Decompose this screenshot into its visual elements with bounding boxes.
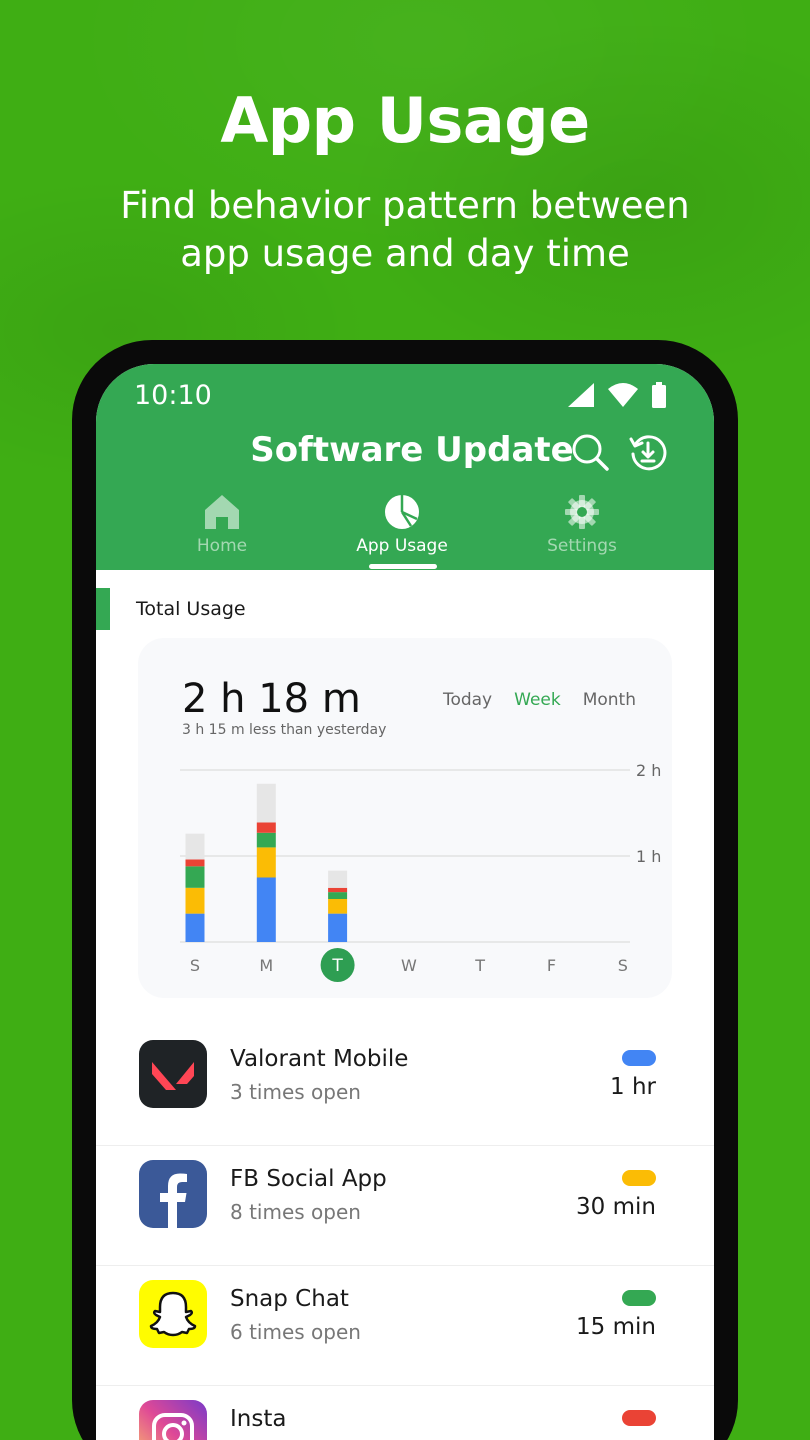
snapchat-logo-icon	[139, 1280, 207, 1348]
app-list: Valorant Mobile 3 times open 1 hr FB Soc…	[96, 1026, 714, 1440]
home-icon	[205, 495, 239, 529]
x-tick-label: M	[259, 956, 273, 975]
app-row-instagram[interactable]: Insta	[96, 1386, 714, 1440]
app-open-count: 6 times open	[230, 1320, 361, 1344]
instagram-logo-icon	[139, 1400, 207, 1440]
app-duration: 15 min	[576, 1314, 656, 1340]
promo-subtitle-line-2: app usage and day time	[180, 232, 630, 275]
app-name: Snap Chat	[230, 1286, 349, 1312]
bar-segment	[256, 783, 276, 823]
x-tick-label: S	[190, 956, 200, 975]
tab-app-usage-label: App Usage	[356, 536, 448, 556]
bar-segment	[185, 887, 205, 914]
wifi-icon	[608, 383, 638, 407]
status-time: 10:10	[134, 380, 212, 411]
app-duration: 30 min	[576, 1194, 656, 1220]
bar-segment	[256, 822, 276, 833]
bar-segment	[328, 913, 348, 942]
bar-segment	[328, 870, 348, 888]
bar-segment	[256, 832, 276, 848]
update-history-icon[interactable]	[628, 432, 668, 472]
status-icons	[568, 382, 666, 408]
tab-settings-label: Settings	[547, 536, 617, 556]
promo-title: App Usage	[220, 84, 590, 157]
x-tick-label: W	[401, 956, 417, 975]
app-color-indicator	[622, 1170, 656, 1186]
app-name: Valorant Mobile	[230, 1046, 409, 1072]
tab-app-usage[interactable]: App Usage	[312, 492, 492, 556]
bar-segment	[328, 892, 348, 899]
y-tick-label: 2 h	[636, 761, 661, 780]
bar-segment	[328, 887, 348, 893]
promo-subtitle-line-1: Find behavior pattern between	[120, 184, 690, 227]
y-tick-label: 1 h	[636, 847, 661, 866]
usage-card: 2 h 18 m 3 h 15 m less than yesterday To…	[138, 638, 672, 998]
tab-home[interactable]: Home	[132, 492, 312, 556]
app-duration: 1 hr	[610, 1074, 656, 1100]
gear-icon	[565, 495, 599, 529]
app-color-indicator	[622, 1410, 656, 1426]
app-row-snapchat[interactable]: Snap Chat 6 times open 15 min	[96, 1266, 714, 1386]
bar-segment	[256, 877, 276, 942]
tab-settings[interactable]: Settings	[492, 492, 672, 556]
section-title: Total Usage	[136, 598, 246, 620]
x-tick-label: T	[331, 956, 343, 976]
valorant-logo-icon	[139, 1040, 207, 1108]
phone-screen: 10:10 Software Update Home App Usage Set…	[96, 364, 714, 1440]
tab-bar: Home App Usage Settings	[96, 492, 714, 570]
app-bar: 10:10 Software Update Home App Usage Set…	[96, 364, 714, 570]
x-tick-label: T	[474, 956, 485, 975]
facebook-logo-icon	[139, 1160, 207, 1228]
bar-segment	[328, 899, 348, 914]
bar-segment	[185, 866, 205, 888]
app-name: Insta	[230, 1406, 287, 1432]
app-name: FB Social App	[230, 1166, 387, 1192]
bar-segment	[185, 859, 205, 867]
promo-subtitle: Find behavior pattern between app usage …	[0, 182, 810, 278]
pie-chart-icon	[385, 495, 419, 529]
app-open-count: 8 times open	[230, 1200, 361, 1224]
app-row-facebook[interactable]: FB Social App 8 times open 30 min	[96, 1146, 714, 1266]
signal-icon	[568, 383, 594, 407]
usage-chart: 1 h 2 h S M T W T F S	[180, 761, 661, 982]
app-color-indicator	[622, 1050, 656, 1066]
search-icon[interactable]	[570, 432, 610, 472]
tab-home-label: Home	[196, 536, 248, 556]
x-tick-label: S	[618, 956, 628, 975]
section-marker	[96, 588, 110, 630]
x-tick-label: F	[547, 956, 556, 975]
bar-segment	[185, 833, 205, 860]
bar-segment	[256, 847, 276, 878]
battery-icon	[652, 382, 666, 408]
app-row-valorant[interactable]: Valorant Mobile 3 times open 1 hr	[96, 1026, 714, 1146]
app-color-indicator	[622, 1290, 656, 1306]
app-open-count: 3 times open	[230, 1080, 361, 1104]
bar-segment	[185, 913, 205, 942]
active-tab-indicator	[369, 564, 437, 569]
app-title: Software Update	[250, 430, 574, 470]
